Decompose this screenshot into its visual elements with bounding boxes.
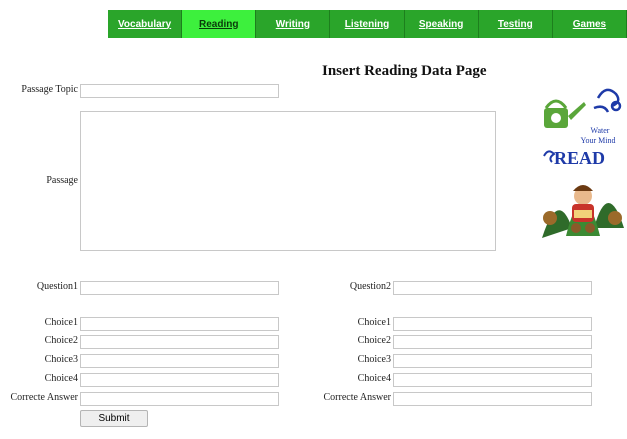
q1-choice3-input[interactable] (80, 354, 279, 368)
logo-line2: Your Mind (581, 136, 616, 145)
passage-textarea[interactable] (80, 111, 496, 251)
passage-label: Passage (46, 175, 78, 186)
page-title: Insert Reading Data Page (322, 63, 487, 79)
q1-correct-answer-label: Correcte Answer (10, 392, 78, 403)
swirl-ornament-icon (593, 88, 622, 113)
nav-writing[interactable]: Writing (256, 10, 331, 38)
nav-testing[interactable]: Testing (478, 10, 553, 38)
q1-choice1-input[interactable] (80, 317, 279, 331)
q1-choice4-input[interactable] (80, 373, 279, 387)
q2-choice2-label: Choice2 (357, 335, 391, 346)
nav-reading[interactable]: Reading (182, 10, 257, 38)
question1-label: Question1 (36, 281, 78, 292)
q2-correct-answer-label: Correcte Answer (323, 392, 391, 403)
q2-choice1-input[interactable] (393, 317, 592, 331)
water-your-mind-read-logo: Water Your Mind READ (542, 88, 624, 238)
q1-choice4-label: Choice4 (44, 373, 78, 384)
q2-choice4-input[interactable] (393, 373, 592, 387)
q2-correct-answer-input[interactable] (393, 392, 592, 406)
nav-vocabulary[interactable]: Vocabulary (108, 10, 183, 38)
q1-choice2-label: Choice2 (44, 335, 78, 346)
q2-choice3-label: Choice3 (357, 354, 391, 365)
submit-button[interactable]: Submit (80, 410, 148, 427)
logo-line3: READ (554, 148, 605, 168)
q1-choice3-label: Choice3 (44, 354, 78, 365)
q2-choice2-input[interactable] (393, 335, 592, 349)
q2-choice4-label: Choice4 (357, 373, 391, 384)
q1-correct-answer-input[interactable] (80, 392, 279, 406)
watering-can-icon (544, 99, 586, 128)
passage-topic-label: Passage Topic (21, 84, 78, 95)
passage-topic-input[interactable] (80, 84, 279, 98)
q2-choice3-input[interactable] (393, 354, 592, 368)
q2-choice1-label: Choice1 (357, 317, 391, 328)
nav-speaking[interactable]: Speaking (404, 10, 479, 38)
reading-child-illustration (542, 185, 624, 238)
question2-label: Question2 (349, 281, 391, 292)
main-nav: Vocabulary Reading Writing Listening Spe… (108, 10, 627, 38)
logo-line1: Water (591, 126, 610, 135)
nav-games[interactable]: Games (552, 10, 627, 38)
q1-choice1-label: Choice1 (44, 317, 78, 328)
q1-choice2-input[interactable] (80, 335, 279, 349)
question1-input[interactable] (80, 281, 279, 295)
nav-listening[interactable]: Listening (330, 10, 405, 38)
question2-input[interactable] (393, 281, 592, 295)
